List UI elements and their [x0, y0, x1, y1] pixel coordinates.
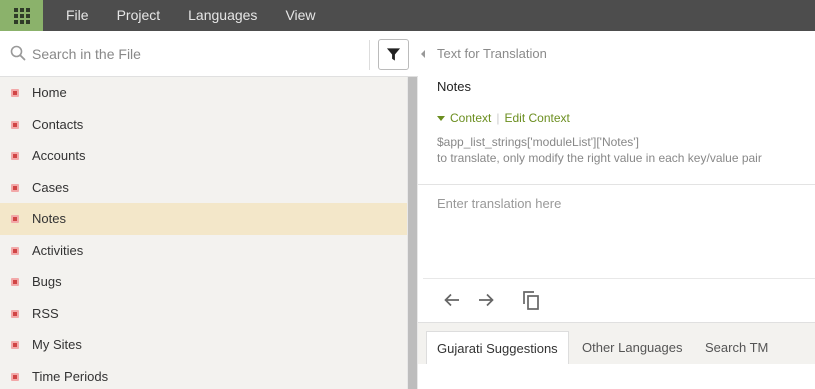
list-item[interactable]: RSS — [0, 298, 407, 330]
list-item-label: Home — [32, 85, 67, 100]
menu-view[interactable]: View — [271, 0, 329, 31]
strings-panel: Home Contacts Accounts Cases Notes Activ… — [0, 31, 418, 389]
list-item-label: Bugs — [32, 274, 62, 289]
untranslated-status-icon — [11, 152, 19, 160]
untranslated-status-icon — [11, 372, 19, 381]
search-bar — [0, 31, 418, 77]
list-item-selected[interactable]: Notes — [0, 203, 407, 235]
arrow-left-icon — [444, 293, 459, 307]
caret-down-icon — [437, 115, 445, 121]
untranslated-status-icon — [11, 341, 19, 349]
scrollbar-thumb[interactable] — [408, 77, 417, 389]
previous-string-button[interactable] — [441, 289, 463, 311]
list-item-label: My Sites — [32, 337, 82, 352]
list-item[interactable]: My Sites — [0, 329, 407, 361]
list-item-label: Notes — [32, 211, 66, 226]
translation-input[interactable] — [423, 185, 815, 278]
search-icon — [10, 45, 26, 61]
collapse-left-icon — [421, 50, 425, 58]
list-item[interactable]: Activities — [0, 235, 407, 267]
list-item-label: Activities — [32, 242, 84, 258]
top-menu-bar: File Project Languages View — [0, 0, 815, 31]
menu-file[interactable]: File — [52, 0, 103, 31]
divider — [423, 278, 815, 279]
search-input[interactable] — [32, 43, 362, 65]
list-item-label: Time Periods — [32, 368, 109, 384]
editor-panel: Text for Translation Notes Context | Edi… — [418, 31, 815, 389]
untranslated-status-icon — [11, 246, 19, 255]
list-item[interactable]: Contacts — [0, 109, 407, 141]
section-title: Text for Translation — [437, 46, 547, 61]
untranslated-status-icon — [11, 215, 19, 223]
divider — [369, 40, 370, 70]
context-toggle[interactable]: Context — [450, 111, 491, 125]
menu-project[interactable]: Project — [103, 0, 175, 31]
list-item[interactable]: Bugs — [0, 266, 407, 298]
list-item[interactable]: Accounts — [0, 140, 407, 172]
menu-languages[interactable]: Languages — [174, 0, 271, 31]
main-menu: File Project Languages View — [52, 0, 330, 31]
filter-icon — [386, 48, 401, 61]
collapse-panel-button[interactable] — [418, 31, 428, 77]
arrow-right-icon — [479, 293, 494, 307]
context-key: $app_list_strings['moduleList']['Notes'] — [437, 135, 639, 149]
suggestions-content — [418, 364, 815, 389]
list-scrollbar[interactable] — [407, 77, 418, 389]
untranslated-status-icon — [11, 278, 19, 286]
copy-source-icon — [523, 291, 539, 310]
edit-context-link[interactable]: Edit Context — [504, 111, 569, 125]
list-item-label: RSS — [32, 305, 59, 321]
untranslated-status-icon — [11, 120, 19, 129]
untranslated-status-icon — [11, 89, 19, 97]
list-item-label: Contacts — [32, 116, 84, 132]
apps-grid-icon — [13, 7, 30, 24]
context-row: Context | Edit Context — [437, 111, 570, 125]
list-item[interactable]: Time Periods — [0, 361, 407, 389]
filter-button[interactable] — [378, 39, 409, 70]
list-item[interactable]: Cases — [0, 172, 407, 204]
list-item-label: Cases — [32, 179, 69, 195]
tab-gujarati-suggestions[interactable]: Gujarati Suggestions — [426, 331, 569, 364]
apps-menu-button[interactable] — [0, 0, 43, 31]
copy-source-button[interactable] — [520, 289, 542, 311]
strings-list: Home Contacts Accounts Cases Notes Activ… — [0, 77, 407, 389]
list-item-label: Accounts — [32, 148, 86, 163]
context-separator: | — [496, 111, 500, 125]
untranslated-status-icon — [11, 309, 19, 318]
source-text: Notes — [437, 79, 471, 94]
list-item[interactable]: Home — [0, 77, 407, 109]
tab-search-tm[interactable]: Search TM — [695, 331, 778, 364]
context-hint: to translate, only modify the right valu… — [437, 151, 762, 165]
tab-other-languages[interactable]: Other Languages — [572, 331, 692, 364]
untranslated-status-icon — [11, 183, 19, 192]
suggestions-tabs: Gujarati Suggestions Other Languages Sea… — [418, 322, 815, 389]
next-string-button[interactable] — [475, 289, 497, 311]
